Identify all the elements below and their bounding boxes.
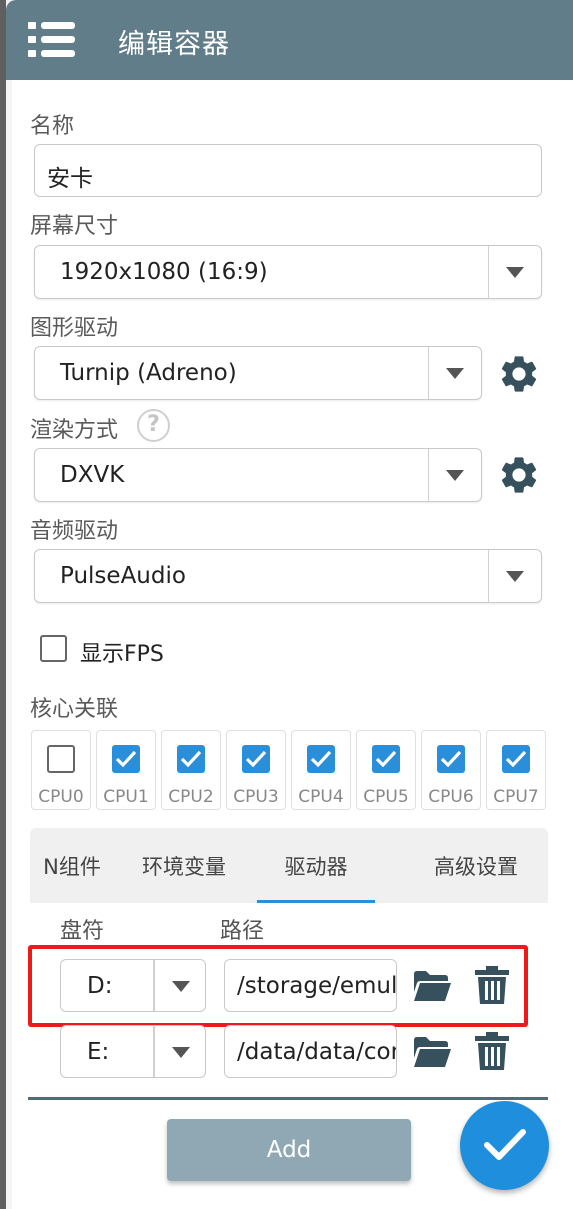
cpu-label: CPU5: [363, 787, 409, 807]
page-title: 编辑容器: [118, 29, 230, 60]
trash-icon[interactable]: [474, 965, 510, 1005]
cpu-toggle[interactable]: CPU4: [291, 730, 351, 810]
left-edge-inner: [6, 0, 12, 1209]
cpu-toggle[interactable]: CPU0: [31, 730, 91, 810]
chevron-down-icon: [506, 571, 524, 582]
graphics-driver-label: 图形驱动: [30, 316, 119, 341]
folder-icon[interactable]: [412, 970, 452, 1002]
name-label: 名称: [30, 114, 75, 139]
audio-driver-label: 音频驱动: [30, 519, 119, 544]
cpu-label: CPU0: [38, 787, 84, 807]
checkbox-icon: [47, 745, 75, 773]
drive-letter-header: 盘符: [60, 919, 105, 944]
render-method-label: 渲染方式: [30, 418, 119, 443]
tab-drives[interactable]: 驱动器: [257, 828, 375, 903]
graphics-driver-value: Turnip (Adreno): [60, 360, 237, 386]
cpu-label: CPU3: [233, 787, 279, 807]
select-divider: [153, 960, 155, 1011]
check-icon: [484, 1129, 526, 1160]
checkbox-icon: [372, 745, 400, 773]
audio-driver-select[interactable]: PulseAudio: [34, 549, 542, 603]
chevron-down-icon: [446, 368, 464, 379]
cpu-toggle[interactable]: CPU1: [96, 730, 156, 810]
select-divider: [427, 449, 429, 501]
cpu-toggle[interactable]: CPU5: [356, 730, 416, 810]
menu-icon[interactable]: [28, 20, 76, 60]
tab-bar: N组件 环境变量 驱动器 高级设置: [30, 828, 548, 903]
confirm-button[interactable]: [460, 1101, 549, 1190]
drive-letter-value: D:: [87, 973, 113, 999]
trash-icon[interactable]: [474, 1031, 510, 1071]
drive-letter-select[interactable]: D:: [60, 959, 206, 1012]
checkbox-icon: [307, 745, 335, 773]
cpu-label: CPU4: [298, 787, 344, 807]
cpu-label: CPU7: [493, 787, 539, 807]
cpu-label: CPU1: [103, 787, 149, 807]
app-bar: 编辑容器: [6, 0, 573, 80]
drive-path-header: 路径: [220, 919, 265, 944]
chevron-down-icon: [446, 470, 464, 481]
divider: [28, 1097, 548, 1100]
checkbox-icon: [242, 745, 270, 773]
chevron-down-icon: [172, 981, 190, 992]
select-divider: [153, 1026, 155, 1077]
cpu-affinity-label: 核心关联: [30, 697, 119, 722]
gear-icon[interactable]: [497, 453, 541, 497]
add-drive-button[interactable]: Add: [167, 1119, 411, 1181]
tab-env-vars[interactable]: 环境变量: [124, 828, 244, 903]
checkbox-icon: [502, 745, 530, 773]
gear-icon[interactable]: [497, 352, 541, 396]
chevron-down-icon: [172, 1047, 190, 1058]
render-method-value: DXVK: [60, 462, 125, 488]
checkbox-icon: [177, 745, 205, 773]
graphics-driver-select[interactable]: Turnip (Adreno): [34, 346, 482, 400]
cpu-toggle[interactable]: CPU7: [486, 730, 546, 810]
cpu-toggle[interactable]: CPU3: [226, 730, 286, 810]
folder-icon[interactable]: [412, 1036, 452, 1068]
tab-components[interactable]: N组件: [30, 828, 124, 903]
show-fps-label: 显示FPS: [80, 642, 164, 667]
screen-size-select[interactable]: 1920x1080 (16:9): [34, 245, 542, 299]
checkbox-icon: [112, 745, 140, 773]
audio-driver-value: PulseAudio: [60, 563, 186, 589]
select-divider: [427, 347, 429, 399]
drive-letter-select[interactable]: E:: [60, 1025, 206, 1078]
name-input[interactable]: 安卡: [34, 144, 542, 197]
select-divider: [487, 550, 489, 602]
checkbox-icon: [437, 745, 465, 773]
tab-advanced[interactable]: 高级设置: [415, 828, 537, 903]
select-divider: [487, 246, 489, 298]
drive-path-input[interactable]: /storage/emulated/0/Download: [224, 959, 397, 1012]
render-method-select[interactable]: DXVK: [34, 448, 482, 502]
cpu-label: CPU6: [428, 787, 474, 807]
chevron-down-icon: [506, 267, 524, 278]
show-fps-checkbox[interactable]: [40, 635, 67, 662]
screen-size-value: 1920x1080 (16:9): [60, 259, 268, 285]
help-icon[interactable]: ?: [137, 409, 170, 442]
cpu-label: CPU2: [168, 787, 214, 807]
cpu-toggle[interactable]: CPU6: [421, 730, 481, 810]
drive-path-input[interactable]: /data/data/com.winlator/files: [224, 1025, 397, 1078]
drive-letter-value: E:: [87, 1039, 110, 1065]
screen-size-label: 屏幕尺寸: [30, 214, 119, 239]
cpu-toggle[interactable]: CPU2: [161, 730, 221, 810]
